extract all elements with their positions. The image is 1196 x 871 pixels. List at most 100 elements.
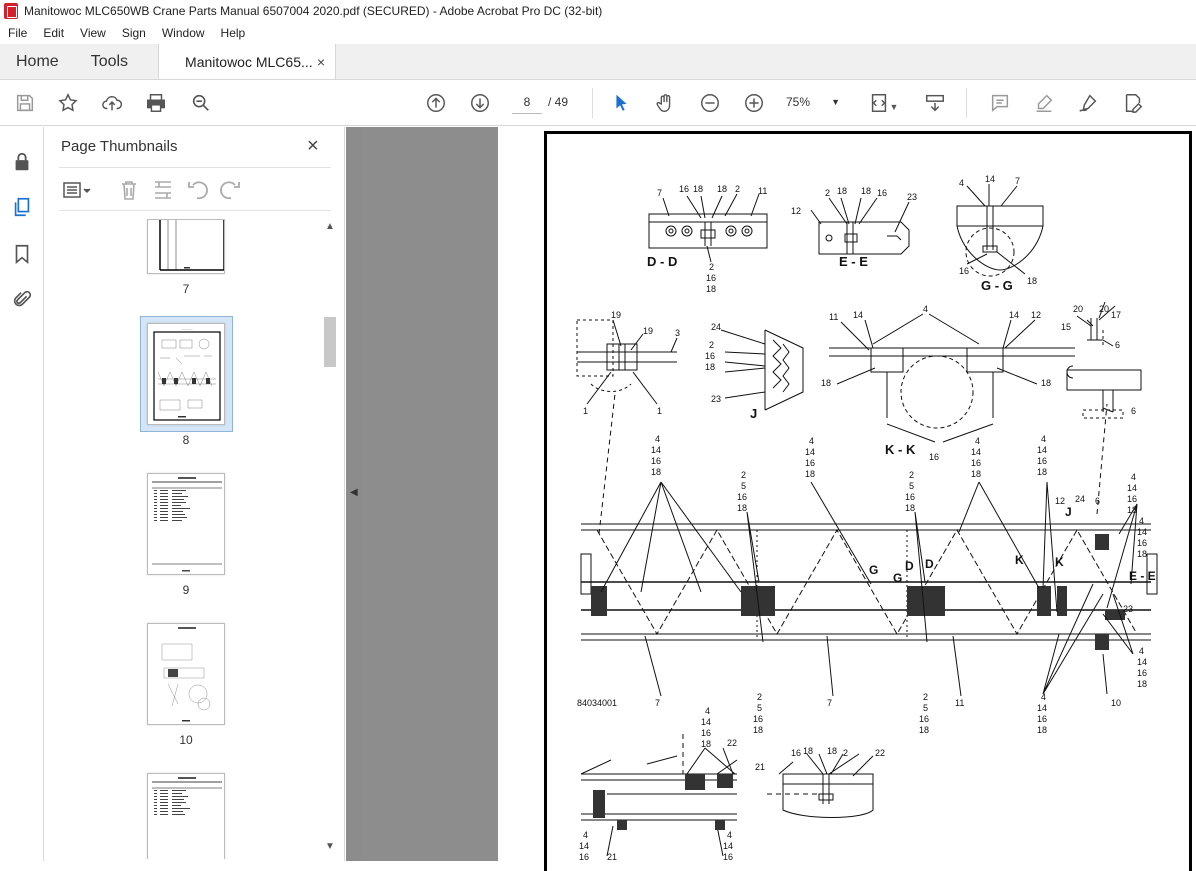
page-thumbnail-selected[interactable]: — — —: [147, 323, 225, 425]
menu-bar: File Edit View Sign Window Help: [0, 22, 1196, 44]
thumbnail-scrollbar[interactable]: ▲ ▼: [322, 219, 340, 859]
bookmarks-icon[interactable]: [9, 241, 35, 267]
fill-sign-icon[interactable]: [1075, 90, 1101, 116]
document-viewer[interactable]: ◀ 7 16 18 18 2 11 D - D 2 16 18 2 18 18 …: [346, 127, 1196, 871]
callout: 16: [877, 188, 887, 198]
callout: 18: [717, 184, 727, 194]
tab-close-icon[interactable]: ×: [317, 54, 325, 70]
callout: 4: [975, 436, 980, 446]
callout: 16: [1127, 494, 1137, 504]
title-bar: Manitowoc MLC650WB Crane Parts Manual 65…: [0, 0, 1196, 22]
previous-page-icon[interactable]: [423, 90, 449, 116]
page-thumbnail[interactable]: [147, 773, 225, 859]
callout: 5: [757, 703, 762, 713]
menu-file[interactable]: File: [0, 26, 35, 40]
callout: 2: [843, 748, 848, 758]
lock-icon[interactable]: [9, 149, 35, 175]
callout: 22: [727, 738, 737, 748]
callout: 18: [971, 469, 981, 479]
menu-edit[interactable]: Edit: [35, 26, 72, 40]
callout: 4: [1041, 434, 1046, 444]
scroll-mode-icon[interactable]: [922, 90, 948, 116]
thumbnail-label: 8: [182, 433, 190, 447]
detail-j: [720, 329, 804, 411]
zoom-out-icon[interactable]: [697, 90, 723, 116]
page-number-input[interactable]: 8: [512, 90, 542, 114]
page-thumbnail[interactable]: [147, 623, 225, 725]
callout: 4: [923, 304, 928, 314]
hand-tool-icon[interactable]: [652, 90, 678, 116]
callout: 2: [825, 188, 830, 198]
edit-pdf-icon[interactable]: [1120, 90, 1146, 116]
thumbnail-options-icon[interactable]: [59, 178, 95, 202]
callout: 19: [643, 326, 653, 336]
tab-tools[interactable]: Tools: [75, 44, 144, 79]
callout: G: [893, 571, 902, 585]
close-icon[interactable]: ×: [307, 135, 319, 158]
page-thumbnail[interactable]: [147, 219, 225, 274]
next-page-icon[interactable]: [467, 90, 493, 116]
save-icon[interactable]: [12, 90, 38, 116]
zoom-in-icon[interactable]: [741, 90, 767, 116]
rotate-left-icon[interactable]: [185, 178, 209, 202]
callout: D: [905, 559, 914, 573]
rotate-right-icon[interactable]: [219, 178, 243, 202]
zoom-level-select[interactable]: 75% ▼: [786, 90, 842, 114]
page-thumbnail[interactable]: [147, 473, 225, 575]
scrollbar-thumb[interactable]: [324, 317, 336, 367]
callout: E - E: [1129, 569, 1156, 583]
tab-document[interactable]: Manitowoc MLC65... ×: [158, 44, 337, 79]
select-pointer-icon[interactable]: [608, 90, 634, 116]
menu-view[interactable]: View: [72, 26, 114, 40]
callout: 18: [706, 284, 716, 294]
highlight-pen-icon[interactable]: [1031, 90, 1057, 116]
acrobat-app-icon: [4, 3, 18, 19]
callout: 2: [741, 470, 746, 480]
upload-cloud-icon[interactable]: [99, 90, 125, 116]
extract-page-icon[interactable]: [151, 178, 175, 202]
scroll-up-icon[interactable]: ▲: [324, 221, 336, 232]
hatched-blocks: [591, 534, 1125, 650]
menu-help[interactable]: Help: [213, 26, 254, 40]
callout: 16: [1037, 456, 1047, 466]
page-thumbnails-panel: Page Thumbnails × 7 — — — 8 9 10 ▲ ▼: [45, 127, 345, 861]
scroll-down-icon[interactable]: ▼: [324, 841, 336, 852]
callout: 7: [657, 188, 662, 198]
callout: 18: [705, 362, 715, 372]
comment-icon[interactable]: [987, 90, 1013, 116]
boom-section-main: [580, 523, 1158, 641]
callout: 18: [1137, 549, 1147, 559]
page-total: / 49: [548, 95, 569, 109]
callout: 18: [837, 186, 847, 196]
callout: 18: [821, 378, 831, 388]
bookmark-star-icon[interactable]: [55, 90, 81, 116]
callout: 16: [701, 728, 711, 738]
callout: 2: [709, 262, 714, 272]
thumbnail-label: 10: [179, 733, 193, 747]
chevron-down-icon[interactable]: ▼: [887, 94, 901, 120]
callout: 11: [955, 698, 964, 708]
callout: 14: [1137, 527, 1147, 537]
search-zoom-icon[interactable]: [188, 90, 214, 116]
attachments-paperclip-icon[interactable]: [9, 287, 35, 313]
callout: 14: [651, 445, 661, 455]
tab-home[interactable]: Home: [0, 44, 75, 79]
section-label: E - E: [839, 254, 868, 269]
callout: 18: [803, 746, 813, 756]
tab-document-label: Manitowoc MLC65...: [185, 53, 313, 70]
toolbar-divider: [966, 88, 967, 118]
menu-sign[interactable]: Sign: [114, 26, 154, 40]
callout: 22: [875, 748, 885, 758]
chevron-down-icon: ▼: [831, 97, 840, 107]
page-thumbnails-icon[interactable]: [9, 194, 35, 220]
callout: 16: [971, 458, 981, 468]
zoom-level-value: 75%: [786, 95, 811, 109]
menu-window[interactable]: Window: [154, 26, 213, 40]
main-toolbar: 8 / 49 75% ▼ ▼: [0, 80, 1196, 126]
collapse-panel-icon[interactable]: ◀: [350, 487, 358, 498]
callout: 10: [1111, 698, 1121, 708]
print-icon[interactable]: [143, 90, 169, 116]
leader-lines: [600, 481, 1138, 697]
thumbnail-toolbar: [59, 167, 331, 211]
delete-page-icon[interactable]: [117, 178, 141, 202]
